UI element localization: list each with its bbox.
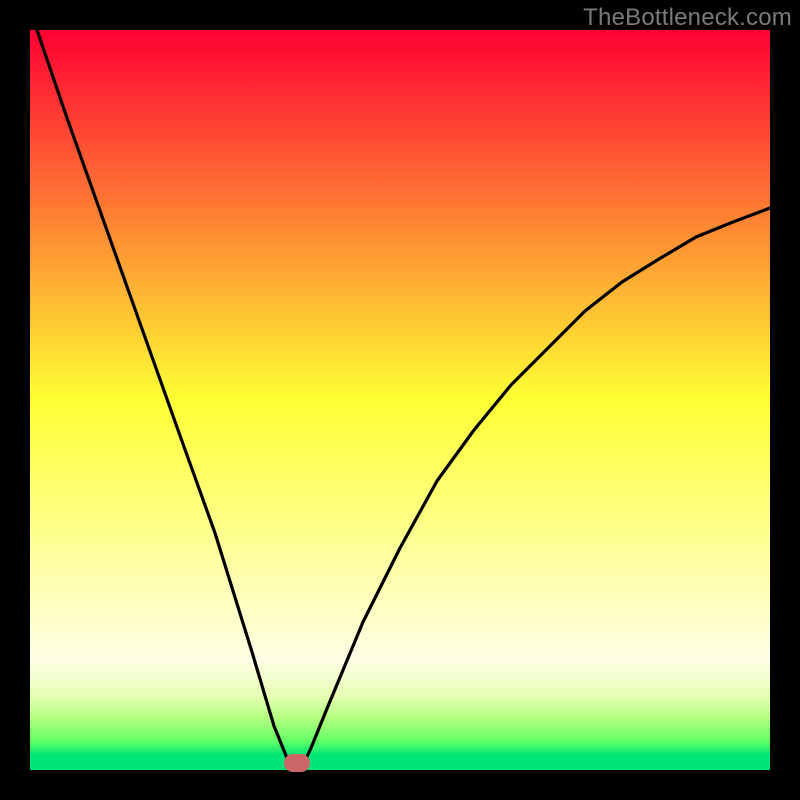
bottleneck-curve [37,30,770,770]
curve-svg [30,30,770,770]
optimal-marker [284,754,310,772]
chart-container: TheBottleneck.com [0,0,800,800]
plot-area [30,30,770,770]
watermark-text: TheBottleneck.com [583,4,792,32]
